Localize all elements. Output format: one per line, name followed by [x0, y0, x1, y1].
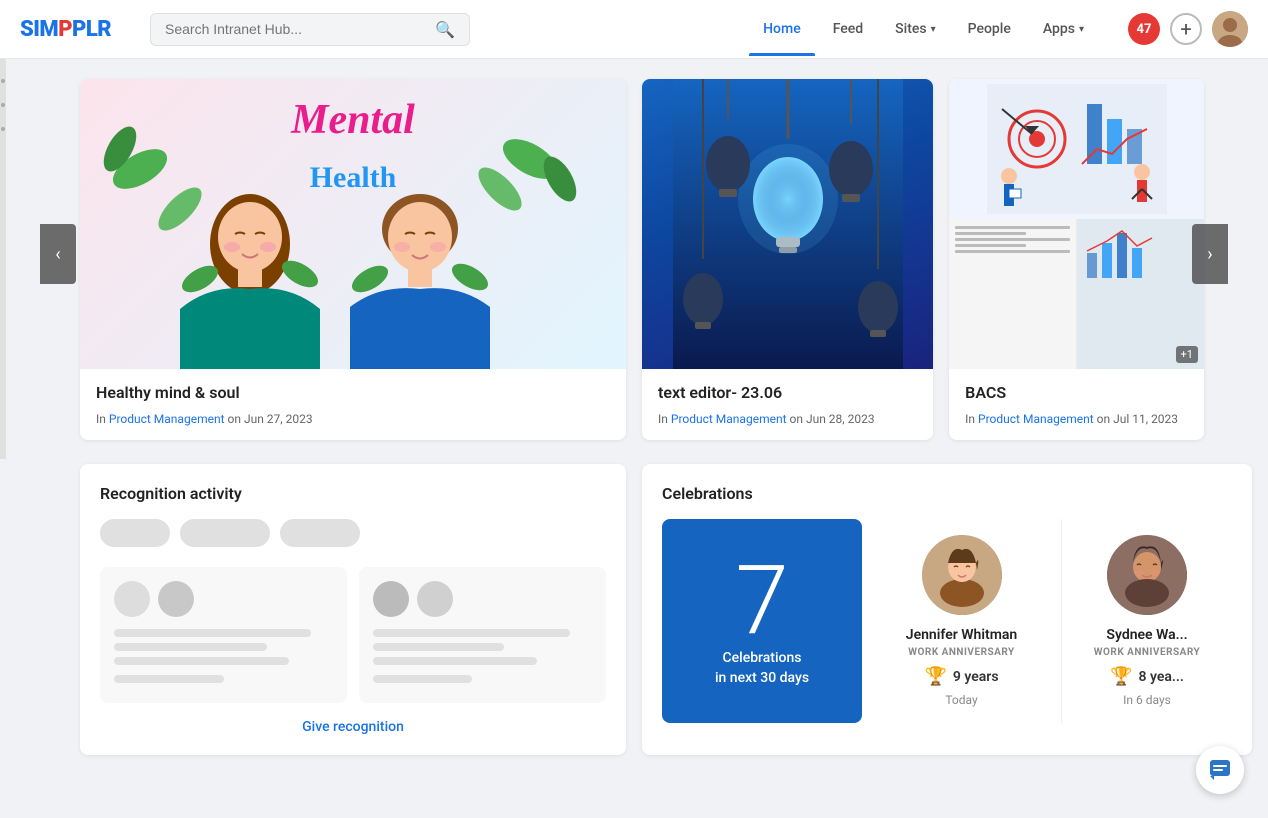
carousel-next-button[interactable]: ›: [1192, 224, 1228, 284]
left-sidebar: [0, 59, 6, 459]
tag-skeleton-2: [180, 519, 270, 547]
bacs-plus-badge: +1: [1176, 346, 1198, 363]
celeb-photo-1: [922, 535, 1002, 615]
recognition-panel: Recognition activity: [80, 464, 626, 755]
celebrations-title: Celebrations: [662, 484, 1232, 503]
header: SIMPPLR 🔍 Home Feed Sites ▾ People Apps …: [0, 0, 1268, 59]
trophy-icon-2: 🏆: [1110, 666, 1132, 687]
tag-skeleton-3: [280, 519, 360, 547]
recog-line-1: [114, 629, 311, 637]
recog-avatar-3: [373, 581, 409, 617]
user-avatar[interactable]: [1212, 11, 1248, 47]
recog-avatar-2: [158, 581, 194, 617]
card-bacs[interactable]: +1 BACS In Product Management on Jul 11,…: [949, 79, 1204, 440]
celeb-years-2: 8 yea...: [1139, 669, 1184, 685]
recog-avatar-1: [114, 581, 150, 617]
apps-chevron-icon: ▾: [1079, 24, 1084, 35]
celeb-name-2: Sydnee Wa...: [1106, 627, 1187, 643]
search-icon: 🔍: [435, 20, 455, 39]
carousel-track: Mental Health: [80, 79, 1188, 440]
nav-people[interactable]: People: [954, 13, 1025, 45]
card1-title: Healthy mind & soul: [96, 383, 610, 402]
celebrations-panel: Celebrations 7 Celebrations in next 30 d…: [642, 464, 1252, 755]
card1-date: Jun 27, 2023: [244, 412, 313, 426]
search-bar[interactable]: 🔍: [150, 13, 470, 46]
celeb-when-2: In 6 days: [1123, 693, 1171, 707]
carousel-section: ‹ Mental Health: [80, 79, 1188, 440]
bacs-image-top: [949, 79, 1204, 219]
card-mental-health[interactable]: Mental Health: [80, 79, 626, 440]
lightbulb-illustration: [673, 79, 903, 369]
recognition-card-1: [100, 567, 347, 703]
card2-category[interactable]: Product Management: [671, 412, 787, 426]
celeb-type-1: WORK ANNIVERSARY: [908, 647, 1014, 658]
card2-title: text editor- 23.06: [658, 383, 917, 402]
card2-meta: In Product Management on Jun 28, 2023: [658, 412, 917, 426]
recog-line-2: [114, 643, 267, 651]
celeb-when-1: Today: [945, 693, 977, 707]
recog-line-7: [373, 657, 537, 665]
recog-line-4: [114, 675, 224, 683]
recog-line-5: [373, 629, 570, 637]
card3-date: Jul 11, 2023: [1113, 412, 1178, 426]
nav-feed[interactable]: Feed: [819, 13, 877, 45]
recog-card-1-avatars: [114, 581, 333, 617]
main-content: ‹ Mental Health: [0, 59, 1268, 775]
bottom-section: Recognition activity: [80, 464, 1188, 755]
celeb-type-2: WORK ANNIVERSARY: [1094, 647, 1200, 658]
card2-body: text editor- 23.06 In Product Management…: [642, 369, 933, 440]
bacs-image-bottom: +1: [949, 219, 1204, 369]
carousel-prev-button[interactable]: ‹: [40, 224, 76, 284]
notification-badge[interactable]: 47: [1128, 13, 1160, 45]
nav-sites[interactable]: Sites ▾: [881, 13, 949, 45]
recognition-tags: [100, 519, 606, 547]
celebrations-track: 7 Celebrations in next 30 days: [662, 519, 1232, 723]
recognition-card-2: [359, 567, 606, 703]
card-text-editor[interactable]: text editor- 23.06 In Product Management…: [642, 79, 933, 440]
chat-fab-button[interactable]: [1196, 746, 1244, 794]
bacs-illustration: [987, 84, 1167, 214]
recognition-cards: [100, 567, 606, 703]
celebrations-desc: Celebrations in next 30 days: [715, 649, 809, 688]
logo[interactable]: SIMPPLR: [20, 17, 130, 42]
celeb-years-row-2: 🏆 8 yea...: [1110, 666, 1184, 687]
celebrations-count: 7: [735, 553, 788, 649]
sites-chevron-icon: ▾: [931, 24, 936, 35]
recog-avatar-4: [417, 581, 453, 617]
card1-meta: In Product Management on Jun 27, 2023: [96, 412, 610, 426]
celeb-years-row-1: 🏆 9 years: [924, 666, 998, 687]
card1-category[interactable]: Product Management: [109, 412, 225, 426]
search-input[interactable]: [165, 21, 425, 37]
card2-date: Jun 28, 2023: [806, 412, 875, 426]
recognition-title: Recognition activity: [100, 484, 606, 503]
recog-line-8: [373, 675, 472, 683]
celeb-name-1: Jennifer Whitman: [906, 627, 1017, 643]
bacs-doc-1: [949, 219, 1075, 369]
give-recognition-button[interactable]: Give recognition: [100, 719, 606, 735]
card1-body: Healthy mind & soul In Product Managemen…: [80, 369, 626, 440]
lightbulb-image: [642, 79, 933, 369]
celeb-person-2: Sydnee Wa... WORK ANNIVERSARY 🏆 8 yea...…: [1062, 519, 1232, 723]
card3-category[interactable]: Product Management: [978, 412, 1094, 426]
nav-apps[interactable]: Apps ▾: [1029, 13, 1098, 45]
main-nav: Home Feed Sites ▾ People Apps ▾: [749, 13, 1098, 45]
celeb-person-1: Jennifer Whitman WORK ANNIVERSARY 🏆 9 ye…: [862, 519, 1062, 723]
nav-home[interactable]: Home: [749, 13, 815, 45]
celeb-photo-2: [1107, 535, 1187, 615]
celebrations-count-card: 7 Celebrations in next 30 days: [662, 519, 862, 723]
recog-card-2-avatars: [373, 581, 592, 617]
card3-meta: In Product Management on Jul 11, 2023: [965, 412, 1188, 426]
tag-skeleton-1: [100, 519, 170, 547]
trophy-icon-1: 🏆: [924, 666, 946, 687]
recog-line-6: [373, 643, 504, 651]
card3-body: BACS In Product Management on Jul 11, 20…: [949, 369, 1204, 440]
card3-title: BACS: [965, 383, 1188, 402]
chat-icon: [1208, 758, 1232, 782]
mental-health-image: Mental Health: [80, 79, 626, 369]
recog-line-3: [114, 657, 289, 665]
mental-health-illustration: [80, 89, 600, 369]
add-button[interactable]: +: [1170, 13, 1202, 45]
header-actions: 47 +: [1128, 11, 1248, 47]
celeb-years-1: 9 years: [953, 669, 999, 685]
